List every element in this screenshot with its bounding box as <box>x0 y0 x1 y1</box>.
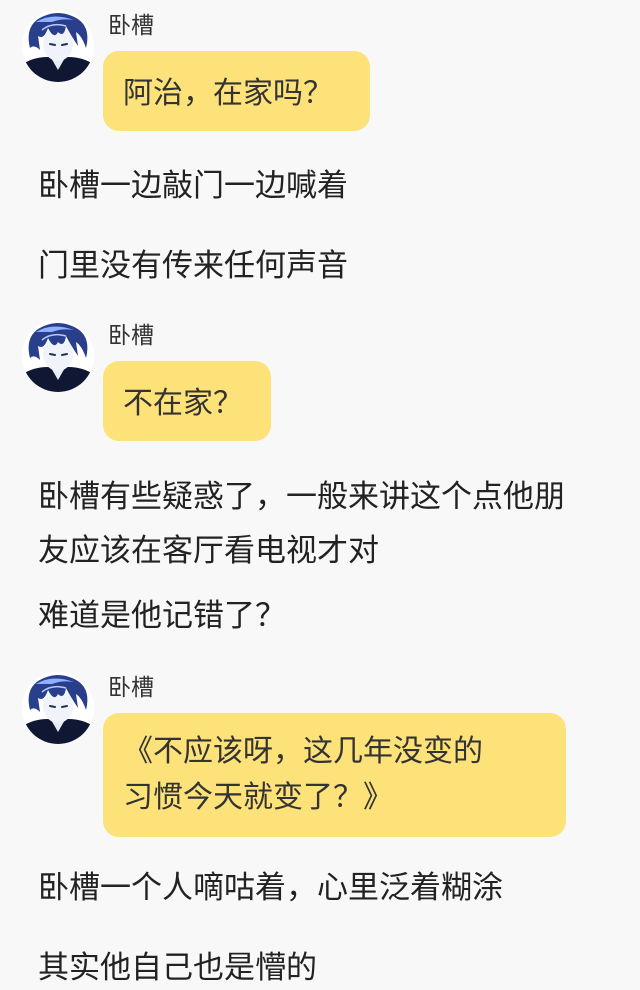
chat-bubble[interactable]: 阿治，在家吗？ <box>103 51 370 131</box>
sender-name: 卧槽 <box>108 323 154 349</box>
narration-line: 卧槽有些疑惑了，一般来讲这个点他朋 <box>38 479 565 515</box>
bubble-text: 阿治，在家吗？ <box>123 76 333 111</box>
sender-name: 卧槽 <box>108 675 154 701</box>
narration-text: 难道是他记错了？ <box>38 598 286 634</box>
bubble-line: 习惯今天就变了？》 <box>123 780 393 815</box>
narration-line: 友应该在客厅看电视才对 <box>38 533 379 569</box>
anime-boy-avatar-icon <box>22 10 94 82</box>
narration-text: 卧槽有些疑惑了，一般来讲这个点他朋 友应该在客厅看电视才对 <box>38 475 628 573</box>
avatar[interactable] <box>22 320 94 392</box>
anime-boy-avatar-icon <box>22 672 94 744</box>
narration-text: 门里没有传来任何声音 <box>38 248 348 284</box>
chat-bubble[interactable]: 《不应该呀，这几年没变的 习惯今天就变了？》 <box>103 713 566 837</box>
bubble-text: 不在家？ <box>123 386 243 421</box>
narration-text: 其实他自己也是懵的 <box>38 950 317 986</box>
narration-text: 卧槽一个人嘀咕着，心里泛着糊涂 <box>38 870 503 906</box>
anime-boy-avatar-icon <box>22 320 94 392</box>
chat-bubble[interactable]: 不在家？ <box>103 361 271 441</box>
avatar[interactable] <box>22 672 94 744</box>
sender-name: 卧槽 <box>108 13 154 39</box>
narration-text: 卧槽一边敲门一边喊着 <box>38 168 348 204</box>
avatar[interactable] <box>22 10 94 82</box>
bubble-line: 《不应该呀，这几年没变的 <box>123 734 483 769</box>
